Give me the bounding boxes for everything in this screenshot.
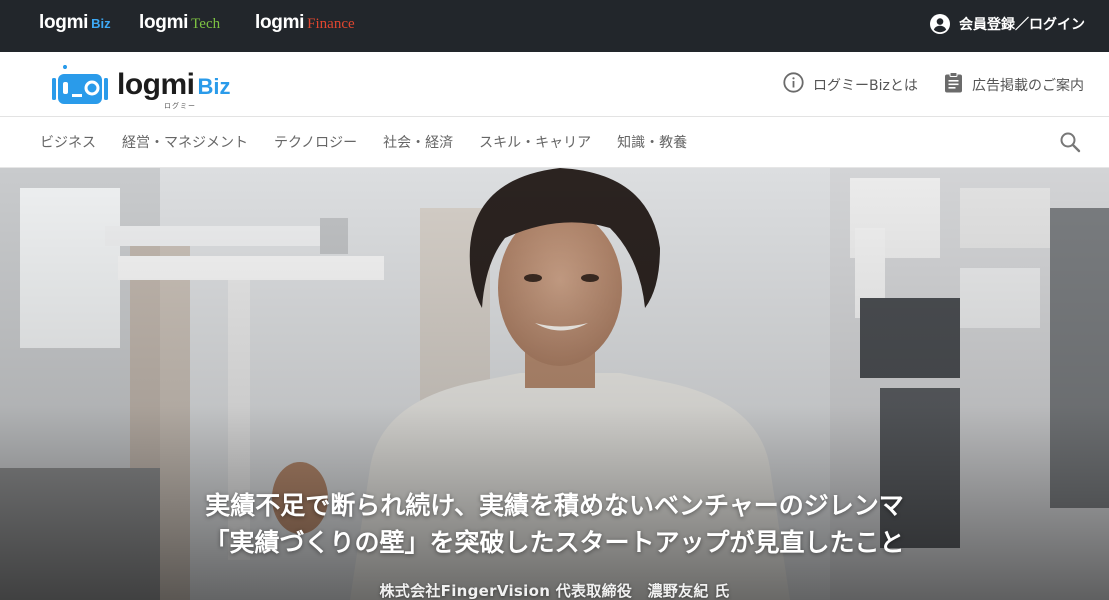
about-label: ログミーBizとは: [813, 77, 918, 94]
hero-banner[interactable]: 実績不足で断られ続け、実績を積めないベンチャーのジレンマ 「実績づくりの壁」を突…: [0, 168, 1109, 600]
advertising-link[interactable]: 広告掲載のご案内: [944, 72, 1084, 97]
advertising-label: 広告掲載のご案内: [972, 77, 1084, 94]
nav-item-skill-career[interactable]: スキル・キャリア: [479, 132, 591, 152]
brand-name: logmi: [139, 12, 189, 33]
brand-suffix: Biz: [91, 16, 111, 31]
login-register-link[interactable]: 会員登録／ログイン: [930, 14, 1085, 34]
brand-logmi-tech[interactable]: logmi Tech: [139, 12, 220, 34]
site-header: logmi Biz ログミー ログミーBizとは 広告掲載のご案内: [0, 52, 1109, 117]
logo-word: logmi: [117, 68, 195, 101]
hero-speaker-byline: 株式会社FingerVision 代表取締役 濃野友紀 氏: [379, 582, 730, 600]
info-circle-icon: [783, 72, 804, 97]
login-label: 会員登録／ログイン: [959, 17, 1085, 33]
clipboard-icon: [944, 72, 963, 97]
search-icon[interactable]: [1059, 131, 1081, 157]
category-nav: ビジネス 経営・マネジメント テクノロジー 社会・経済 スキル・キャリア 知識・…: [0, 117, 1109, 168]
brand-logmi-biz[interactable]: logmi Biz: [39, 12, 111, 34]
nav-item-technology[interactable]: テクノロジー: [274, 132, 357, 152]
brand-name: logmi: [255, 12, 305, 33]
robot-logo-icon: [52, 65, 112, 105]
logmi-biz-logo[interactable]: logmi Biz ログミー: [52, 65, 231, 110]
hero-title-line2: 「実績づくりの壁」を突破したスタートアップが見直したこと: [204, 528, 905, 557]
about-link[interactable]: ログミーBizとは: [783, 72, 918, 97]
nav-item-society-economy[interactable]: 社会・経済: [383, 132, 453, 152]
logo-suffix: Biz: [197, 74, 231, 99]
nav-item-management[interactable]: 経営・マネジメント: [122, 132, 248, 152]
nav-item-business[interactable]: ビジネス: [40, 132, 96, 152]
brand-suffix: Finance: [307, 16, 355, 32]
logo-kana: ログミー: [164, 102, 196, 110]
nav-item-knowledge[interactable]: 知識・教養: [617, 132, 687, 152]
brand-suffix: Tech: [191, 16, 221, 32]
hero-title-line1: 実績不足で断られ続け、実績を積めないベンチャーのジレンマ: [205, 491, 904, 520]
brand-logmi-finance[interactable]: logmi Finance: [255, 12, 355, 34]
user-circle-icon: [930, 14, 950, 34]
brand-name: logmi: [39, 12, 89, 33]
site-switcher-bar: logmi Biz logmi Tech logmi Finance 会員登録／…: [0, 0, 1109, 52]
